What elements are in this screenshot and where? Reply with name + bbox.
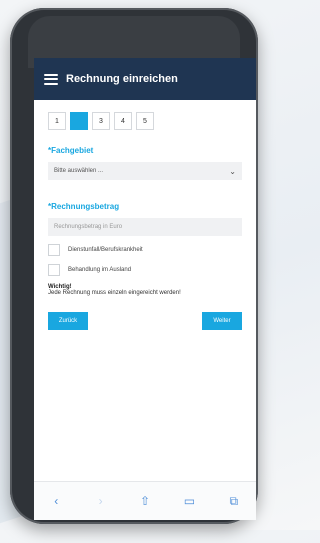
back-button[interactable]: Zurück — [48, 312, 88, 330]
rechnungsbetrag-label: *Rechnungsbetrag — [48, 202, 120, 211]
rechnungsbetrag-placeholder: Rechnungsbetrag in Euro — [54, 224, 123, 230]
checkbox-row-dienstunfall[interactable]: Dienstunfall/Berufskrankheit — [48, 244, 242, 256]
ausland-label: Behandlung im Ausland — [68, 267, 132, 273]
form-content: 1 2 3 4 5 *Fachgebiet Bitte auswählen ..… — [34, 100, 256, 330]
dienstunfall-checkbox[interactable] — [48, 244, 60, 256]
step-1[interactable]: 1 — [48, 112, 66, 130]
bookmarks-icon[interactable]: ▭ — [179, 494, 199, 508]
page-title: Rechnung einreichen — [66, 73, 178, 85]
fachgebiet-label: *Fachgebiet — [48, 146, 94, 155]
fachgebiet-select[interactable]: Bitte auswählen ... ⌄ — [48, 162, 242, 180]
chevron-down-icon: ⌄ — [229, 166, 236, 176]
browser-toolbar: ‹ › ⇧ ▭ ⧉ — [34, 481, 256, 520]
step-3[interactable]: 3 — [92, 112, 110, 130]
step-5[interactable]: 5 — [136, 112, 154, 130]
form-actions: Zurück Weiter — [48, 312, 242, 330]
rechnungsbetrag-input[interactable]: Rechnungsbetrag in Euro — [48, 218, 242, 236]
stepper: 1 2 3 4 5 — [48, 112, 242, 130]
phone-frame: Rechnung einreichen 1 2 3 4 5 *Fachgebie… — [10, 8, 258, 524]
checkbox-row-ausland[interactable]: Behandlung im Ausland — [48, 264, 242, 276]
tabs-icon[interactable]: ⧉ — [224, 494, 244, 509]
back-icon[interactable]: ‹ — [46, 494, 66, 508]
phone-screen: Rechnung einreichen 1 2 3 4 5 *Fachgebie… — [34, 58, 256, 520]
step-2-active[interactable]: 2 — [70, 112, 88, 130]
forward-icon: › — [98, 494, 103, 508]
ausland-checkbox[interactable] — [48, 264, 60, 276]
next-button[interactable]: Weiter — [202, 312, 242, 330]
fachgebiet-select-value: Bitte auswählen ... — [54, 168, 104, 174]
app-bar: Rechnung einreichen — [34, 58, 256, 100]
share-icon[interactable]: ⇧ — [135, 494, 155, 508]
dienstunfall-label: Dienstunfall/Berufskrankheit — [68, 247, 143, 253]
hamburger-menu-icon[interactable] — [44, 73, 58, 85]
notice-text: Jede Rechnung muss einzeln eingereicht w… — [48, 290, 181, 296]
step-4[interactable]: 4 — [114, 112, 132, 130]
